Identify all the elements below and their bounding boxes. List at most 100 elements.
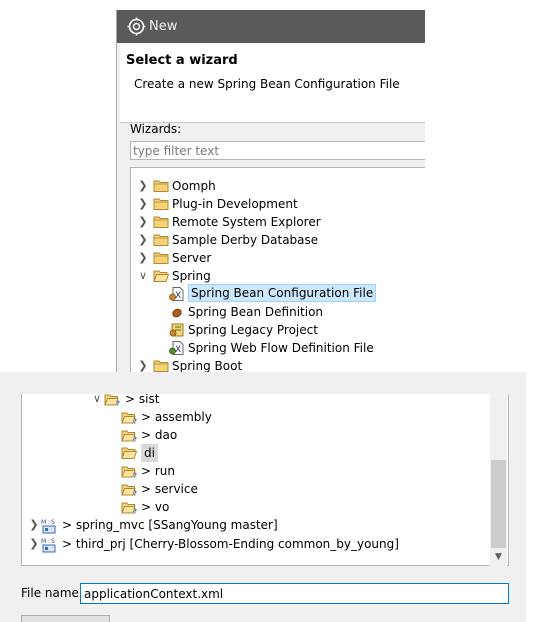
project-tree[interactable]: ∨? > sist? > assembly? > dao di? > run? > serv… [21,394,509,566]
project-tree-scrollbar[interactable]: ▼ [490,394,507,566]
svg-text:X: X [175,345,181,355]
svg-text:M: M [41,519,46,526]
wizard-tree-item[interactable]: ❯ Server [131,249,425,267]
wizard-tree-item[interactable]: Spring Legacy Project [131,321,425,339]
folder-icon [153,215,169,229]
dialog-title: New [149,19,178,34]
wizard-tree-item-label: Remote System Explorer [172,215,321,229]
project-tree-item-label: di [141,444,158,462]
project-tree-item[interactable]: di [22,444,490,462]
wizards-label: Wizards: [130,122,182,136]
svg-text:?: ? [116,400,120,407]
title-bar[interactable]: New [117,10,425,43]
file-location-panel: ∨? > sist? > assembly? > dao di? > run? > serv… [0,372,539,622]
file-name-label: File name: [21,586,83,600]
project-tree-item-label: > run [141,464,176,478]
chevron-right-icon[interactable]: ❯ [28,535,40,553]
spring-bean-icon [169,305,185,319]
chevron-right-icon[interactable]: ❯ [137,177,149,195]
banner-title: Select a wizard [126,53,238,68]
chevron-down-icon[interactable]: ∨ [137,267,149,285]
project-tree-item[interactable]: ? > run [22,462,490,480]
chevron-right-icon[interactable]: ❯ [137,249,149,267]
project-tree-item-label: > spring_mvc [SSangYoung master] [62,518,278,532]
wizard-tree-item[interactable]: ∨ Spring [131,267,425,285]
folder-icon [153,179,169,193]
svg-text:X: X [175,291,181,301]
svg-text:?: ? [133,472,137,479]
maven-project-icon: M:S [41,537,59,553]
project-tree-item[interactable]: ? > assembly [22,408,490,426]
project-tree-item[interactable]: ❯ M: S > third_prj [Cherry-Blossom-Ending c… [22,535,490,553]
wizard-tree-item[interactable]: X Spring Bean Configuration File [131,284,425,303]
svg-text::: : [48,538,50,545]
folder-icon [153,359,169,372]
scrollbar-thumb[interactable] [491,460,506,548]
project-tree-item-label: > service [141,482,198,496]
folder-open-icon [121,446,139,460]
package-icon: ? [121,500,139,516]
wizard-tree-item-label: Spring Bean Definition [188,305,324,319]
window-edge [526,372,539,622]
package-icon: ? [121,482,139,498]
project-tree-item[interactable]: ❯ M: S > spring_mvc [SSangYoung master] [22,516,490,534]
wizard-tree-item[interactable]: ❯ Remote System Explorer [131,213,425,231]
svg-text::: : [48,519,50,526]
project-tree-item-label: > third_prj [Cherry-Blossom-Ending commo… [62,537,399,551]
svg-text:?: ? [133,418,137,425]
new-wizard-dialog: New Select a wizard Create a new Spring … [116,10,425,372]
wizard-tree-item-label: Spring Bean Configuration File [188,284,377,302]
project-tree-item[interactable]: ? > dao [22,426,490,444]
wizard-tree-item-label: Spring Legacy Project [188,323,318,337]
project-tree-item-label: > assembly [141,410,212,424]
wizard-tree-item-label: Spring Boot [172,359,243,372]
wizard-tree-item-label: Server [172,251,212,265]
wizard-tree-item[interactable]: X Spring Web Flow Definition File [131,339,425,357]
spring-project-icon [169,323,185,337]
advanced-button[interactable] [21,615,110,622]
wizard-tree-item[interactable]: ❯ Spring Boot [131,357,425,372]
wizard-banner: Select a wizard Create a new Spring Bean… [120,43,425,122]
wizard-tree-item-label: Plug-in Development [172,197,298,211]
wizard-tree-item-label: Sample Derby Database [172,233,319,247]
wizard-tree-item-label: Spring [172,269,211,283]
svg-text:S: S [51,519,55,526]
wizard-tree-item[interactable]: ❯ Sample Derby Database [131,231,425,249]
package-icon: ? [121,464,139,480]
spring-webflow-icon: X [169,341,185,355]
project-tree-item-label: > sist [125,394,160,406]
folder-icon [153,233,169,247]
wizard-tree-item[interactable]: Spring Bean Definition [131,303,425,321]
svg-text:?: ? [133,508,137,515]
project-tree-item-label: > vo [141,500,170,514]
chevron-right-icon[interactable]: ❯ [137,195,149,213]
eclipse-new-icon [127,17,146,36]
scroll-down-arrow-icon[interactable]: ▼ [490,549,507,566]
project-tree-item-label: > dao [141,428,178,442]
project-tree-item[interactable]: ? > service [22,480,490,498]
chevron-right-icon[interactable]: ❯ [137,357,149,372]
svg-text:?: ? [133,436,137,443]
package-icon: ? [121,410,139,426]
chevron-right-icon[interactable]: ❯ [137,231,149,249]
svg-text:S: S [51,538,55,545]
file-name-input[interactable] [80,583,509,604]
wizard-tree-item[interactable]: ❯ Oomph [131,177,425,195]
wizard-tree[interactable]: ❯ Oomph ❯ Plug-in Development ❯ Remote System… [130,167,425,372]
project-tree-item[interactable]: ? > vo [22,498,490,516]
svg-text:M: M [41,538,46,545]
maven-project-icon: M:S [41,518,59,534]
banner-description: Create a new Spring Bean Configuration F… [134,77,400,91]
folder-icon [153,251,169,265]
folder-open-icon [153,269,170,283]
chevron-down-icon[interactable]: ∨ [91,394,103,408]
svg-text:?: ? [133,490,137,497]
wizard-filter-input[interactable] [130,141,425,160]
wizard-tree-item[interactable]: ❯ Plug-in Development [131,195,425,213]
project-tree-item[interactable]: ∨? > sist [22,394,490,408]
folder-icon [153,197,169,211]
chevron-right-icon[interactable]: ❯ [28,516,40,534]
package-icon: ? [121,428,139,444]
chevron-right-icon[interactable]: ❯ [137,213,149,231]
package-icon: ? [104,394,122,408]
